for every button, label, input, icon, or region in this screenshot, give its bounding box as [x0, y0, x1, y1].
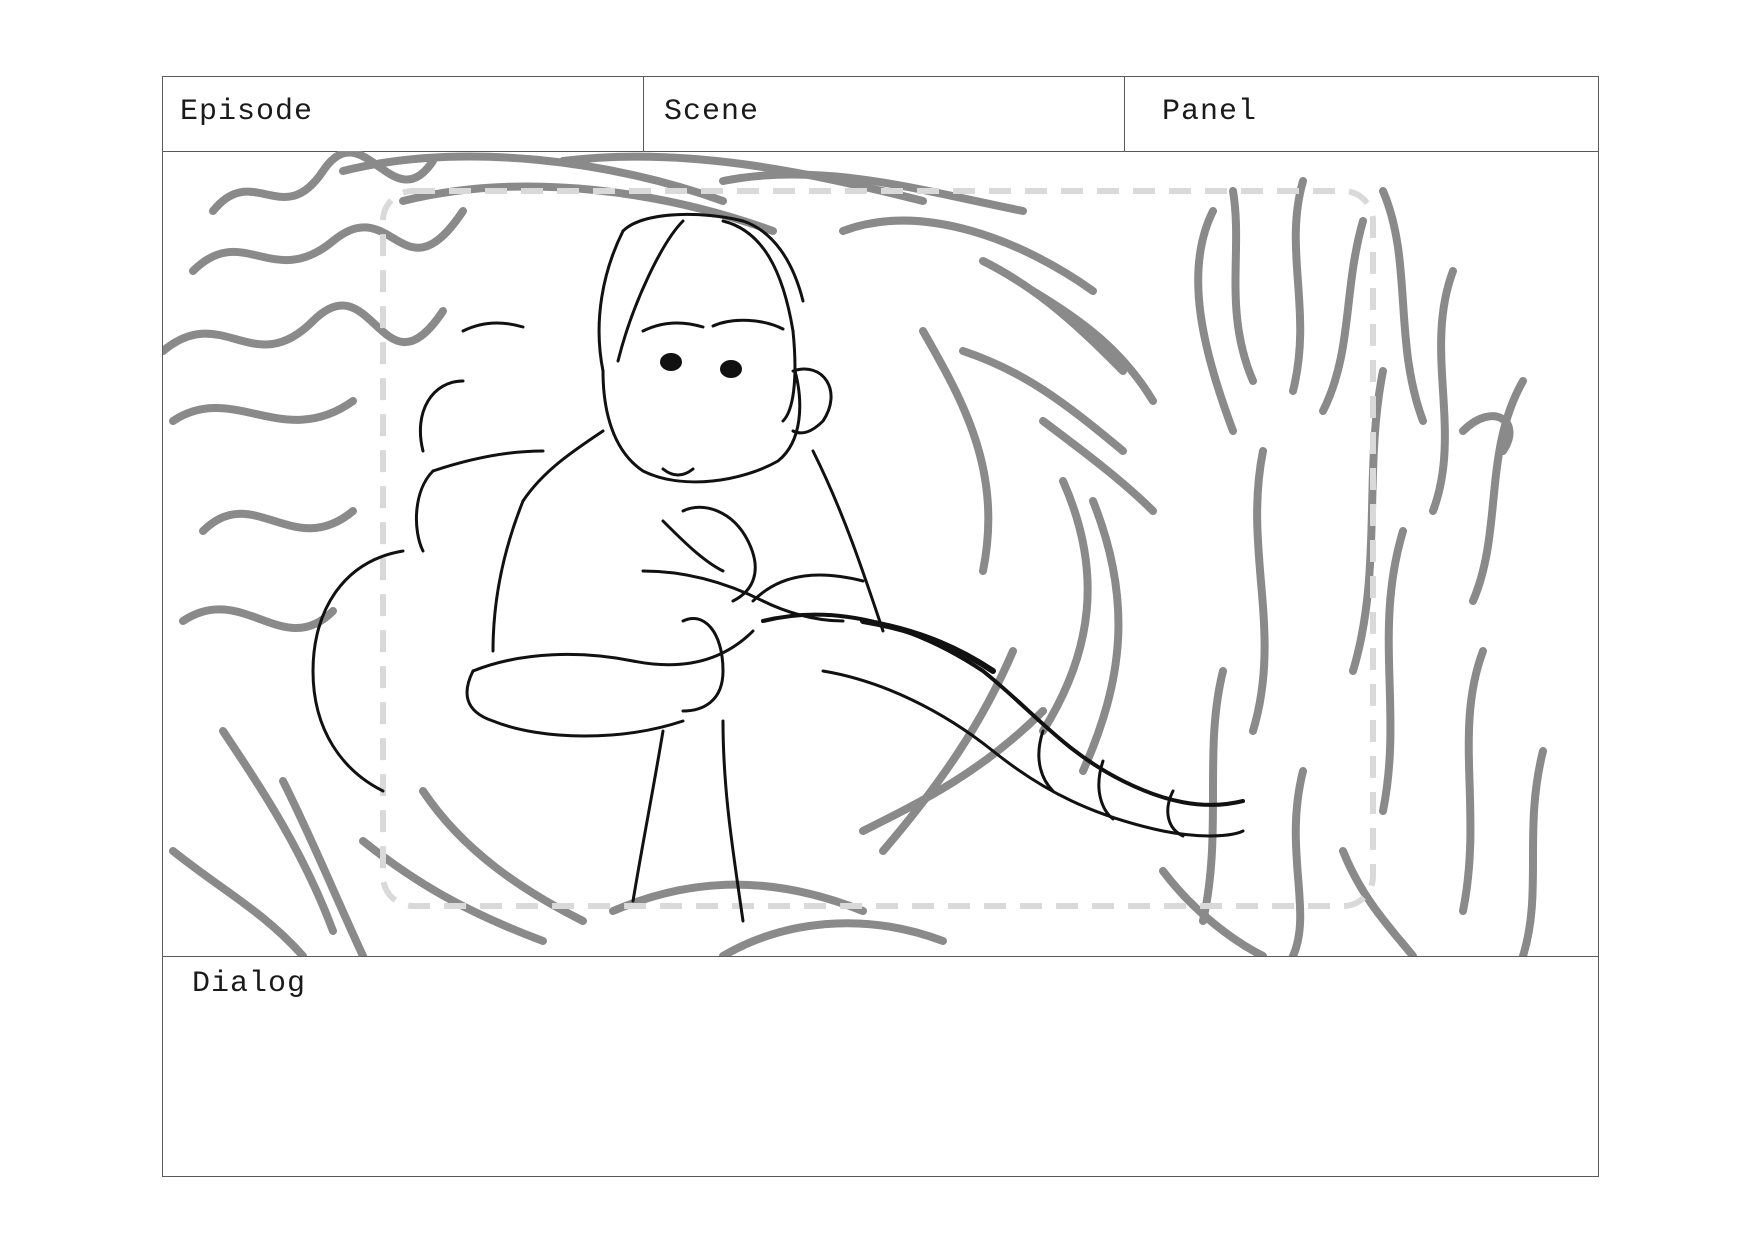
dialog-label: Dialog — [192, 967, 307, 1001]
episode-label: Episode — [180, 95, 314, 129]
background-swirl-strokes — [163, 151, 1547, 956]
safe-frame — [380, 188, 1376, 909]
character-figure — [311, 212, 885, 923]
panel-label: Panel — [1162, 95, 1258, 129]
scene-label: Scene — [664, 95, 760, 129]
sketch-drawing-area — [163, 151, 1600, 956]
dialog-section[interactable]: Dialog — [163, 956, 1598, 1178]
scene-cell[interactable]: Scene — [644, 77, 1125, 151]
tail-rope — [761, 612, 1245, 838]
panel-header: Episode Scene Panel — [163, 77, 1598, 152]
character-sketch-icon — [163, 151, 1547, 956]
episode-cell[interactable]: Episode — [163, 77, 644, 151]
panel-cell[interactable]: Panel — [1125, 77, 1600, 151]
storyboard-panel-sheet: Episode Scene Panel Dialog — [162, 76, 1599, 1177]
character-eyes — [660, 353, 742, 378]
